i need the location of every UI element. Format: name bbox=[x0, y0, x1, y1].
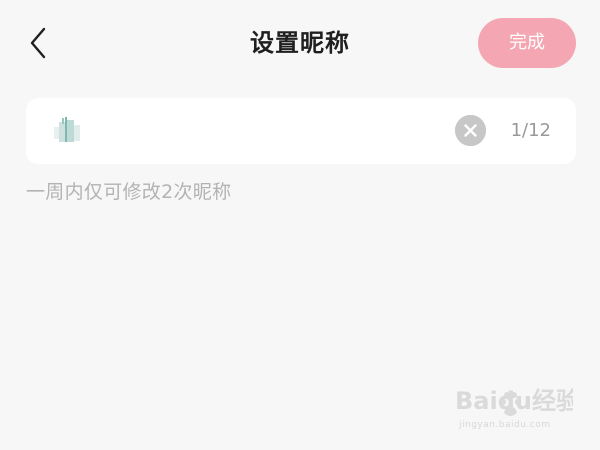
character-counter: 1/12 bbox=[510, 120, 551, 141]
top-navigation-bar: 设置昵称 完成 bbox=[0, 0, 600, 86]
set-nickname-screen: 设置昵称 完成 1/12 一周内仅可修改2次昵称 Baidu经验 jingyan… bbox=[0, 0, 600, 450]
nickname-field[interactable] bbox=[54, 113, 154, 147]
blurred-nickname-glyph bbox=[54, 117, 84, 143]
baidu-jingyan-logo: Baidu经验 bbox=[455, 387, 573, 416]
close-circle-icon bbox=[455, 115, 486, 146]
done-button[interactable]: 完成 bbox=[478, 18, 576, 68]
baidu-watermark: Baidu经验 jingyan.baidu.com bbox=[455, 384, 575, 434]
nickname-change-limit-hint: 一周内仅可修改2次昵称 bbox=[26, 181, 232, 203]
nickname-input-container[interactable]: 1/12 bbox=[26, 98, 576, 164]
nickname-value bbox=[54, 113, 55, 114]
watermark-url: jingyan.baidu.com bbox=[459, 420, 551, 430]
clear-input-button[interactable] bbox=[455, 115, 486, 146]
